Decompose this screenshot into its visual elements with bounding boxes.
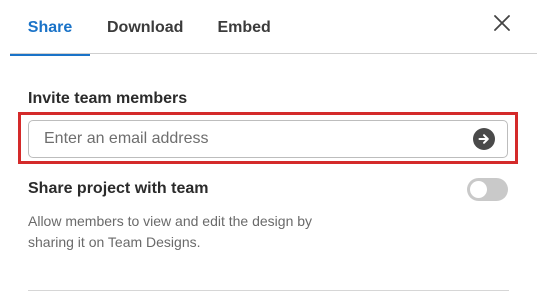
toggle-knob <box>470 181 487 198</box>
invite-title: Invite team members <box>28 90 188 107</box>
tab-share[interactable]: Share <box>10 1 90 56</box>
email-field[interactable] <box>28 120 508 158</box>
close-icon <box>494 15 510 31</box>
share-dialog: Share Download Embed Invite team members… <box>0 0 537 300</box>
tab-embed[interactable]: Embed <box>201 1 286 55</box>
share-project-description: Allow members to view and edit the desig… <box>28 213 313 250</box>
email-input[interactable] <box>44 130 473 148</box>
share-project-label: Share project with team <box>28 180 209 197</box>
share-project-toggle[interactable] <box>467 178 508 201</box>
tabs-divider <box>10 53 537 54</box>
tab-download[interactable]: Download <box>91 1 199 55</box>
tab-bar: Share Download Embed <box>10 0 287 56</box>
send-invite-button[interactable] <box>473 128 495 150</box>
bottom-divider <box>28 290 509 291</box>
arrow-right-icon <box>478 134 489 144</box>
close-button[interactable] <box>491 12 513 34</box>
